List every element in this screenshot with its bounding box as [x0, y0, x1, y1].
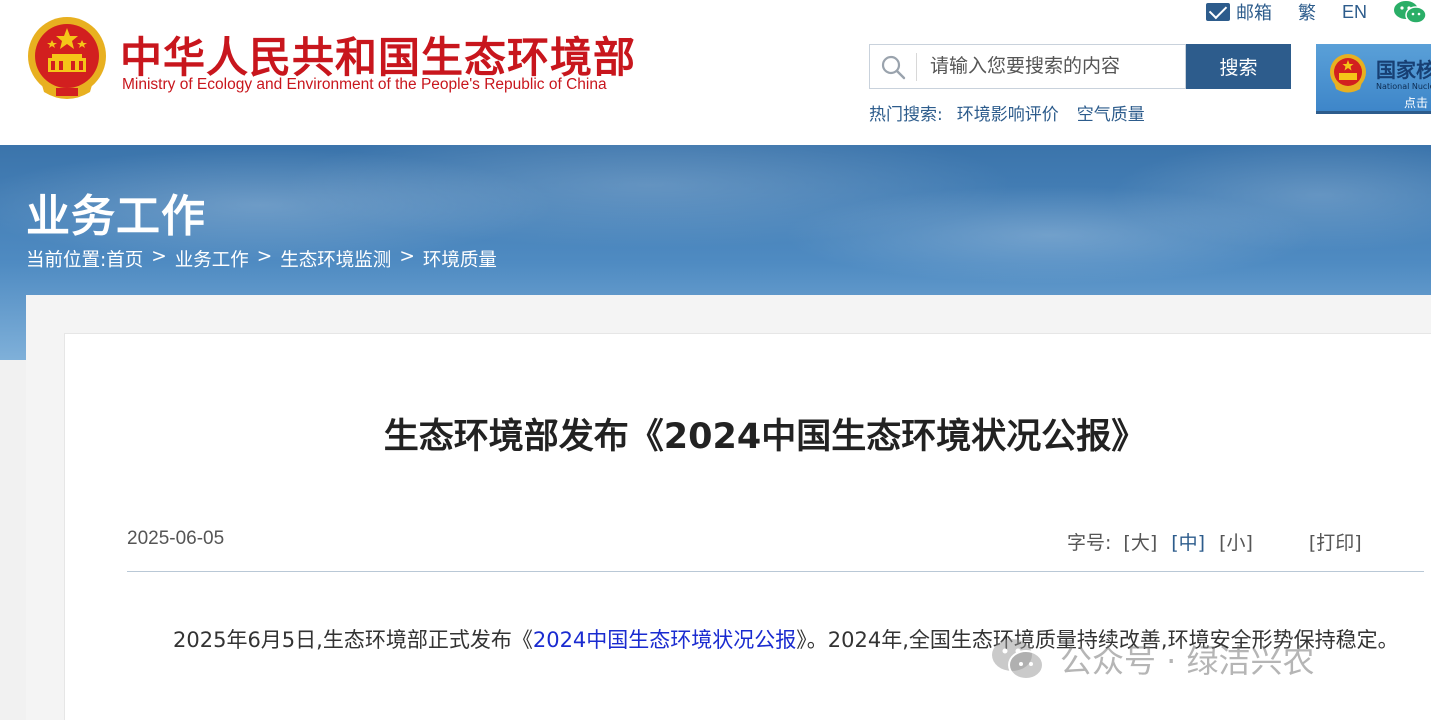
wechat-icon[interactable]: [1393, 1, 1427, 23]
breadcrumb: 当前位置: 首页 > 业务工作 > 生态环境监测 > 环境质量: [26, 246, 497, 272]
search-input[interactable]: [930, 51, 1170, 81]
article-tools: 字号: [大] [中] [小] [打印]: [1067, 528, 1362, 555]
hot-search-link-eia[interactable]: 环境影响评价: [957, 100, 1059, 125]
banner-click-label: 点击: [1404, 96, 1429, 110]
banner-subtitle: National Nuclear: [1376, 82, 1431, 91]
bulletin-link[interactable]: 2024中国生态环境状况公报: [533, 628, 796, 652]
banner-title: 国家核: [1376, 58, 1431, 82]
breadcrumb-label: 当前位置:: [26, 250, 107, 271]
article-title: 生态环境部发布《2024中国生态环境状况公报》: [383, 417, 1147, 457]
breadcrumb-separator: >: [151, 246, 167, 267]
national-emblem-icon[interactable]: [26, 14, 108, 102]
traditional-chinese-link[interactable]: 繁: [1298, 0, 1316, 25]
search-button[interactable]: 搜索: [1186, 44, 1291, 89]
print-button[interactable]: [打印]: [1309, 528, 1362, 555]
breadcrumb-business-work[interactable]: 业务工作: [175, 246, 249, 272]
wechat-watermark: 公众号 · 绿洁兴农: [990, 636, 1315, 682]
hot-search-link-air-quality[interactable]: 空气质量: [1077, 100, 1145, 125]
font-size-large-button[interactable]: [大]: [1123, 528, 1157, 555]
breadcrumb-separator: >: [399, 246, 415, 267]
search-icon: [881, 55, 906, 80]
hot-search-label: 热门搜索:: [869, 105, 943, 125]
nuclear-safety-banner[interactable]: 国家核 National Nuclear 点击: [1316, 44, 1431, 114]
font-size-label: 字号:: [1067, 532, 1112, 554]
emblem-icon: [1330, 54, 1366, 93]
paragraph-text-start: 2025年6月5日,生态环境部正式发布《: [173, 628, 533, 652]
search-box: [869, 44, 1186, 89]
mail-label: 邮箱: [1235, 3, 1272, 24]
mail-link[interactable]: 邮箱: [1205, 0, 1272, 25]
hot-search: 热门搜索: 环境影响评价 空气质量: [869, 100, 1163, 125]
breadcrumb-separator: >: [256, 246, 273, 267]
site-title-en[interactable]: Ministry of Ecology and Environment of t…: [122, 76, 607, 94]
font-size-medium-button[interactable]: [中]: [1171, 528, 1205, 555]
breadcrumb-home[interactable]: 首页: [106, 246, 143, 272]
breadcrumb-eco-monitoring[interactable]: 生态环境监测: [280, 246, 391, 272]
watermark-text: 公众号 · 绿洁兴农: [1060, 642, 1315, 680]
top-links: 邮箱 繁 EN: [1205, 0, 1431, 25]
breadcrumb-env-quality[interactable]: 环境质量: [423, 246, 497, 272]
meta-divider: [127, 571, 1424, 572]
site-header: 中华人民共和国生态环境部 Ministry of Ecology and Env…: [0, 0, 1431, 145]
section-title: 业务工作: [26, 191, 206, 242]
mail-icon: [1205, 3, 1230, 21]
publish-date: 2025-06-05: [127, 528, 225, 549]
font-size-small-button[interactable]: [小]: [1219, 528, 1253, 555]
english-link[interactable]: EN: [1342, 2, 1367, 23]
wechat-watermark-icon: [992, 639, 1044, 680]
search-divider: [916, 53, 917, 81]
